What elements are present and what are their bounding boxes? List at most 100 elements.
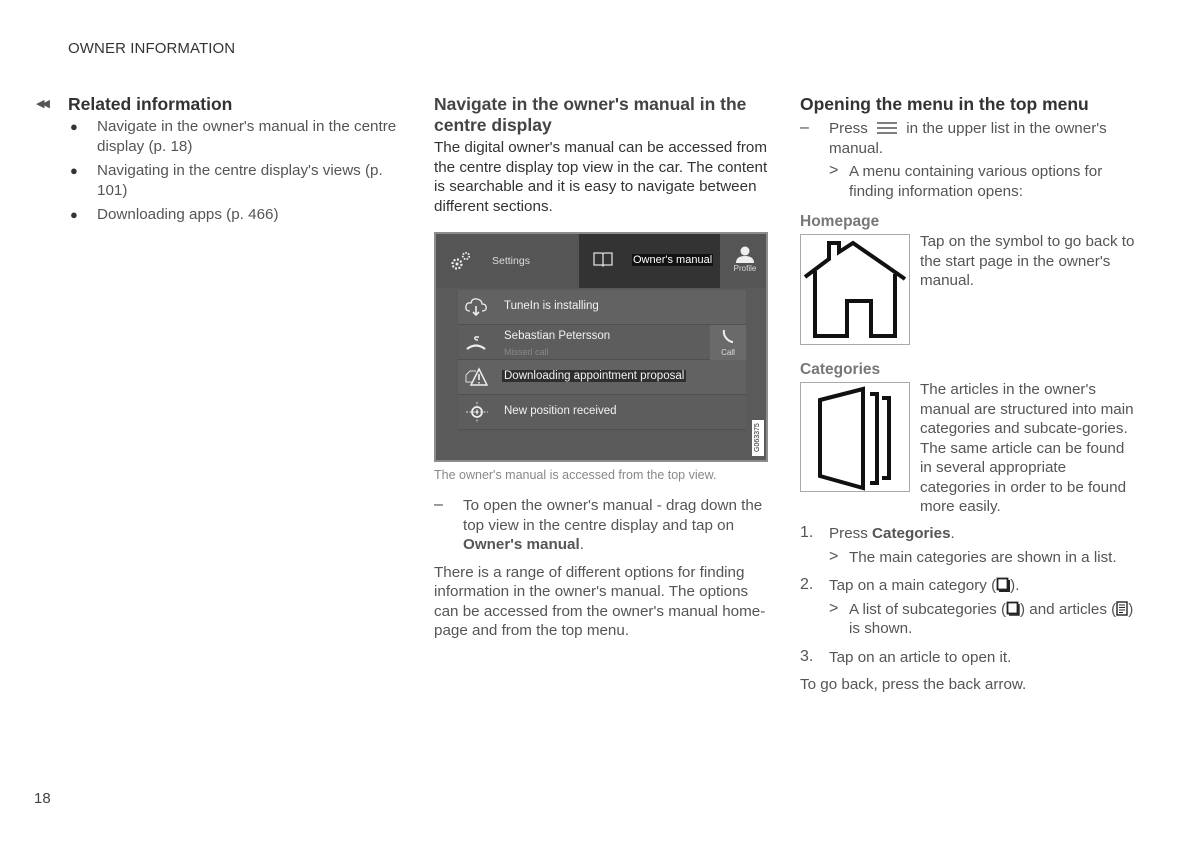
related-title: Related information <box>68 94 233 114</box>
step-number: 3. <box>800 647 814 665</box>
tab-settings-label: Settings <box>492 255 530 267</box>
menu-result: > A menu containing various options for … <box>800 162 1140 201</box>
step-rest-text: in the upper list in the owner's manual. <box>829 120 1107 157</box>
step-pre: Press <box>829 525 873 542</box>
step-pre: Tap on a main category ( <box>829 577 997 594</box>
navigate-intro: The digital owner's manual can be access… <box>434 139 768 215</box>
figure-caption: The owner's manual is accessed from the … <box>434 468 717 482</box>
call-button[interactable]: Call <box>710 325 746 360</box>
settings-gear-icon <box>451 251 471 270</box>
warning-icon <box>465 367 488 386</box>
tab-owners-manual-label: Owner's manual <box>632 254 714 266</box>
result-arrow-icon: > <box>829 599 839 617</box>
tab-settings[interactable]: Settings <box>436 234 579 288</box>
notification-text: New position received <box>504 405 617 417</box>
step-2: 2. Tap on a main category (). <box>800 576 1140 596</box>
subcategory-icon <box>1006 601 1020 616</box>
notification-subtext: Missed call <box>504 347 549 357</box>
step-number: 2. <box>800 576 814 593</box>
categories-ref: Categories <box>872 525 951 542</box>
related-link[interactable]: ● Navigate in the owner's manual in the c… <box>68 117 408 156</box>
centre-display-screenshot: Settings Owner's manual Profile TuneIn i… <box>434 232 768 462</box>
tab-owners-manual[interactable]: Owner's manual <box>579 234 720 288</box>
bullet-icon: ● <box>70 119 78 134</box>
categories-title: Categories <box>800 361 881 378</box>
notification-text: Sebastian Petersson <box>504 330 611 342</box>
house-icon <box>803 240 907 338</box>
step-number: 1. <box>800 524 814 541</box>
navigate-section: Navigate in the owner's manual in the ce… <box>434 94 774 641</box>
step-text: To open the owner's manual - drag down t… <box>463 496 774 555</box>
result-text: The main categories are shown in a list. <box>849 548 1117 566</box>
cloud-download-icon <box>465 298 487 317</box>
tab-profile-label: Profile <box>733 264 757 273</box>
categories-icon <box>818 386 891 491</box>
bullet-icon: ● <box>70 163 78 178</box>
related-list: ● Navigate in the owner's manual in the c… <box>68 117 408 225</box>
related-link-text[interactable]: Navigating in the centre display's views… <box>97 162 383 199</box>
step-text: Tap on an article to open it. <box>829 648 1012 666</box>
result-arrow-icon: > <box>829 547 839 565</box>
step-1: 1. Press Categories. <box>800 524 1140 544</box>
related-link-text[interactable]: Navigate in the owner's manual in the ce… <box>97 118 396 155</box>
step-text-suffix: . <box>579 536 584 553</box>
result-mid: ) and articles ( <box>1020 600 1117 618</box>
missed-call-icon <box>466 336 486 350</box>
main-category-icon <box>996 577 1011 592</box>
related-link[interactable]: ● Navigating in the centre display's view… <box>68 161 408 200</box>
step-2-result: > A list of subcategories ( ) and article… <box>800 600 1140 639</box>
position-icon <box>466 402 488 422</box>
notification-list: TuneIn is installing Sebastian Petersson… <box>458 290 746 430</box>
related-link[interactable]: ● Downloading apps (p. 466) <box>68 205 408 225</box>
result-text: A list of subcategories ( ) and articles … <box>849 600 1140 639</box>
categories-steps: 1. Press Categories. > The main categori… <box>800 524 1140 695</box>
notification-item[interactable]: TuneIn is installing <box>458 290 746 325</box>
phone-icon <box>722 329 734 343</box>
tab-profile[interactable]: Profile <box>720 234 766 288</box>
top-menu-title: Opening the menu in the top menu <box>800 94 1089 114</box>
call-button-label: Call <box>721 348 735 357</box>
categories-symbol[interactable] <box>800 382 910 492</box>
homepage-description: Tap on the symbol to go back to the star… <box>920 233 1135 289</box>
related-link-text[interactable]: Downloading apps (p. 466) <box>97 206 279 223</box>
press-menu-step: – Press in the upper list in the owner's… <box>800 119 1140 158</box>
owners-manual-ref: Owner's manual <box>463 536 580 553</box>
result-pre: A list of subcategories ( <box>849 600 1007 618</box>
notification-text: Downloading appointment proposal <box>502 370 687 382</box>
double-left-arrow-icon[interactable]: ◀◀ <box>36 97 50 110</box>
categories-description: The articles in the owner's manual are s… <box>920 381 1134 515</box>
notification-item[interactable]: Sebastian Petersson Missed call Call <box>458 325 746 360</box>
homepage-symbol[interactable] <box>800 234 910 345</box>
top-menu-section: Opening the menu in the top menu – Press… <box>800 94 1140 201</box>
notification-item[interactable]: New position received <box>458 395 746 430</box>
back-note: To go back, press the back arrow. <box>800 676 1027 693</box>
open-manual-step: – To open the owner's manual - drag down… <box>434 496 774 555</box>
homepage-title: Homepage <box>800 213 880 230</box>
step-text: Tap on a main category (). <box>829 576 1140 596</box>
bullet-icon: ● <box>70 207 78 222</box>
hamburger-menu-icon <box>877 122 898 134</box>
dash-icon: – <box>434 496 443 513</box>
navigate-title: Navigate in the owner's manual in the ce… <box>434 94 747 135</box>
step-1-result: > The main categories are shown in a lis… <box>800 548 1140 568</box>
image-code: G063375 <box>752 420 764 456</box>
step-post: ). <box>1010 577 1020 594</box>
book-icon <box>593 252 613 267</box>
result-arrow-icon: > <box>829 162 839 179</box>
step-3: 3. Tap on an article to open it. <box>800 648 1140 668</box>
notification-item[interactable]: Downloading appointment proposal <box>458 360 746 395</box>
step-text: Press Categories. <box>829 524 1140 544</box>
result-text: A menu containing various options for fi… <box>849 163 1103 200</box>
dash-icon: – <box>800 119 809 136</box>
profile-icon <box>736 246 754 263</box>
step-text-prefix: To open the owner's manual - drag down t… <box>463 497 763 534</box>
running-head: OWNER INFORMATION <box>68 40 236 57</box>
step-text: Press in the upper list in the owner's m… <box>829 119 1140 158</box>
related-information: Related information ● Navigate in the own… <box>68 94 408 230</box>
navigate-outro: There is a range of different options fo… <box>434 563 766 640</box>
step-post: . <box>950 525 955 542</box>
notification-text: TuneIn is installing <box>504 300 599 312</box>
page-number: 18 <box>34 790 51 807</box>
step-press-label: Press <box>829 120 868 137</box>
article-icon <box>1116 600 1128 616</box>
